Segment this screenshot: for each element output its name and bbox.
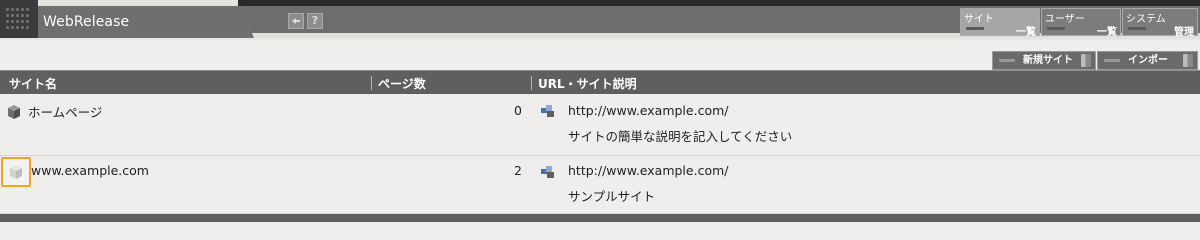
nav-dash-icon [1128, 27, 1146, 30]
column-header-page-count[interactable]: ページ数 [378, 75, 426, 92]
button-dash-icon [1104, 59, 1120, 62]
nav-user-list-label-bottom: 一覧 [1097, 27, 1117, 38]
link-icon [541, 104, 555, 118]
site-cube-icon [7, 104, 21, 120]
nav-system-admin-label-bottom: 管理 [1174, 27, 1194, 38]
column-header-site-name[interactable]: サイト名 [9, 75, 57, 92]
nav-system-admin-button[interactable]: システム 管理 [1122, 8, 1198, 38]
column-header-url-description[interactable]: URL・サイト説明 [538, 75, 637, 92]
nav-user-list-label-top: ユーザー [1045, 14, 1085, 25]
column-divider [531, 76, 532, 90]
app-title: WebRelease [43, 14, 130, 30]
site-url[interactable]: http://www.example.com/ [568, 103, 728, 118]
cube-icon [1081, 54, 1091, 67]
nav-site-list-button[interactable]: サイト 一覧 [960, 8, 1040, 38]
new-site-label: 新規サイト [1023, 55, 1073, 66]
new-site-button[interactable]: 新規サイト [992, 51, 1096, 70]
button-dash-icon [999, 59, 1015, 62]
page-count: 0 [514, 103, 522, 118]
nav-site-list-label-top: サイト [964, 14, 994, 25]
nav-system-admin-label-top: システム [1126, 14, 1166, 25]
cube-icon [1183, 54, 1193, 67]
site-name-link[interactable]: ホームページ [28, 102, 102, 121]
app-logo [0, 0, 38, 38]
toolbar: 新規サイト インポート [0, 40, 1200, 83]
footer-bar [0, 214, 1200, 222]
back-icon[interactable] [288, 13, 304, 29]
selected-site-cube-icon[interactable] [1, 157, 31, 187]
help-icon[interactable]: ? [307, 13, 323, 29]
nav-dash-icon [966, 27, 984, 30]
table-row[interactable]: www.example.com 2 http://www.example.com… [0, 156, 1200, 214]
site-description: サイトの簡単な説明を記入してください [568, 129, 793, 144]
app-title-tab: WebRelease [38, 0, 254, 38]
site-name-link[interactable]: www.example.com [31, 163, 149, 178]
page-count: 2 [514, 163, 522, 178]
table-row[interactable]: ホームページ 0 http://www.example.com/ サイトの簡単な… [0, 94, 1200, 156]
column-divider [371, 76, 372, 90]
nav-site-list-label-bottom: 一覧 [1016, 27, 1036, 38]
import-button[interactable]: インポート [1097, 51, 1198, 83]
link-icon [541, 165, 555, 179]
nav-dash-icon [1047, 27, 1065, 30]
help-glyph: ? [311, 14, 319, 27]
table-header: サイト名 ページ数 URL・サイト説明 [0, 70, 1200, 94]
nav-user-list-button[interactable]: ユーザー 一覧 [1041, 8, 1121, 38]
site-description: サンプルサイト [568, 189, 656, 204]
site-url[interactable]: http://www.example.com/ [568, 163, 728, 178]
